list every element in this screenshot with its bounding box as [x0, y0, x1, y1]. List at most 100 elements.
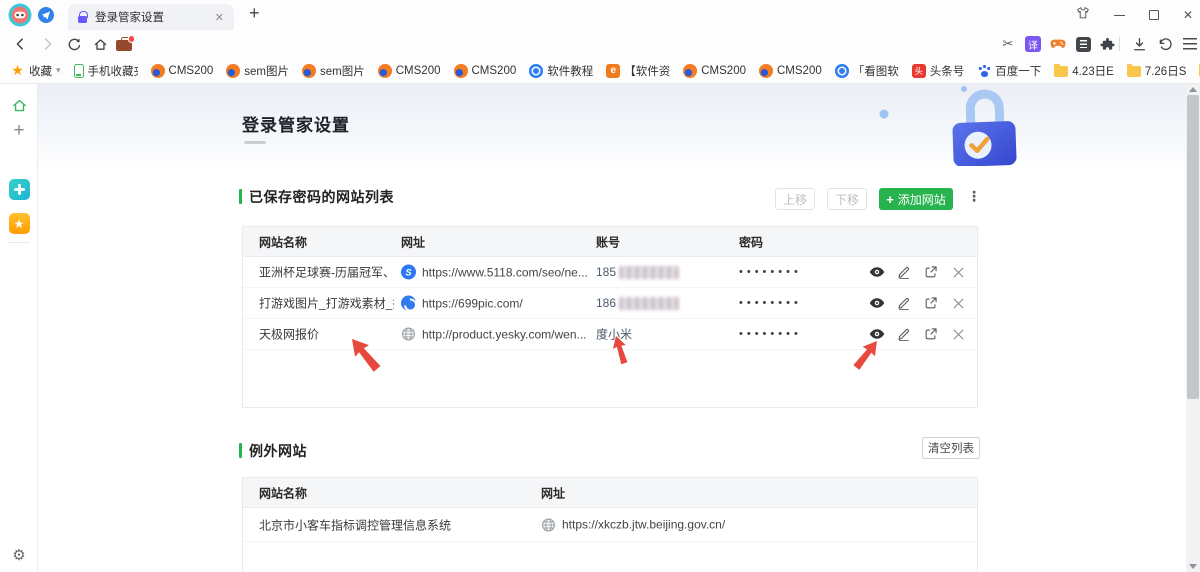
saved-table-header: 网站名称 网址 账号 密码	[243, 227, 977, 257]
edit-icon[interactable]	[896, 295, 912, 311]
site-url: http://product.yesky.com/wen...	[422, 327, 587, 341]
clock-icon	[834, 63, 849, 78]
maximize-button[interactable]	[1147, 9, 1161, 21]
delete-icon[interactable]	[950, 326, 966, 342]
exceptions-table-body: 北京市小客车指标调控管理信息系统 https://xkczb.jtw.beiji…	[243, 508, 977, 542]
edit-icon[interactable]	[896, 264, 912, 280]
sidebar-add-icon[interactable]: +	[0, 120, 38, 142]
scroll-up-arrow[interactable]	[1189, 87, 1197, 92]
restore-history-icon[interactable]	[1157, 36, 1173, 52]
site-favicon: S	[401, 264, 416, 280]
open-site-icon[interactable]	[923, 295, 939, 311]
site-favicon	[401, 295, 416, 311]
bookmark-item[interactable]: 软件教程	[529, 63, 593, 79]
site-url: https://www.5118.com/seo/ne...	[422, 265, 588, 279]
open-site-icon[interactable]	[923, 264, 939, 280]
saved-section-title: 已保存密码的网站列表	[249, 189, 394, 205]
bookmark-item[interactable]: 4.23日E	[1054, 63, 1114, 79]
site-url-cell: http://product.yesky.com/wen...	[401, 327, 587, 342]
extensions-puzzle-icon[interactable]	[1099, 36, 1115, 52]
move-up-button[interactable]: 上移	[775, 188, 815, 210]
site-name: 天极网报价	[259, 327, 320, 342]
bookmarks-bar: ★ 收藏 ▾ 手机收藏夹 CMS200 sem图片 sem图片 CMS200 C…	[0, 58, 1200, 84]
clock-icon	[529, 63, 544, 78]
show-password-icon[interactable]	[869, 326, 885, 342]
browser-toolbar: … ✂ 译	[0, 30, 1200, 85]
downloads-icon[interactable]	[1131, 36, 1147, 52]
browser-logo-icon[interactable]	[8, 3, 32, 27]
row-actions	[869, 264, 966, 280]
new-tab-button[interactable]: +	[249, 3, 260, 24]
fox-icon	[302, 63, 317, 78]
show-password-icon[interactable]	[869, 295, 885, 311]
exceptions-table: 网站名称 网址 北京市小客车指标调控管理信息系统 https://xkczb.jt…	[242, 477, 978, 572]
theme-skin-icon[interactable]	[1076, 6, 1090, 19]
screenshot-scissors-icon[interactable]: ✂	[1000, 36, 1016, 52]
translate-icon[interactable]: 译	[1025, 36, 1041, 52]
delete-icon[interactable]	[950, 295, 966, 311]
menu-icon[interactable]	[1182, 36, 1198, 52]
lock-icon	[78, 11, 88, 23]
back-button[interactable]	[12, 36, 28, 52]
exceptions-section-title: 例外网站	[249, 443, 307, 459]
bookmark-item[interactable]: e 【软件资	[606, 63, 670, 79]
padlock-illustration	[879, 86, 1017, 166]
bookmark-item[interactable]: 头 头条号	[911, 63, 964, 79]
bookmark-item[interactable]: sem图片	[302, 63, 365, 79]
scroll-down-arrow[interactable]	[1189, 564, 1197, 569]
bookmark-item[interactable]: ★ 收藏 ▾	[10, 62, 60, 79]
bookmark-item[interactable]: sem图片	[226, 63, 289, 79]
password-dots: ••••••••	[739, 297, 802, 309]
page-sidebar: + ★ ⚙	[0, 84, 38, 572]
move-down-button[interactable]: 下移	[827, 188, 867, 210]
bookmark-item[interactable]: CMS200	[377, 63, 441, 78]
reader-mode-icon[interactable]	[1075, 36, 1091, 52]
bookmark-item[interactable]: CMS200	[759, 63, 822, 78]
sidebar-app-teal-icon[interactable]	[0, 179, 38, 200]
account-text: 186	[596, 296, 617, 310]
bookmark-item[interactable]: CMS200	[150, 63, 213, 78]
games-icon[interactable]	[1050, 36, 1066, 52]
title-underline	[244, 141, 266, 144]
bookmark-item[interactable]: 7.26日S	[1126, 63, 1186, 79]
site-name: 打游戏图片_打游戏素材_打...	[259, 296, 394, 311]
sidebar-home-icon[interactable]	[0, 97, 38, 114]
page-content: 登录管家设置 已保存密码的网站列表 上移 下移 + 添加网站 ⋮ 网站名称 网址 账号…	[38, 84, 1200, 572]
star-icon: ★	[11, 62, 24, 78]
messenger-icon[interactable]	[38, 7, 54, 23]
add-site-button[interactable]: + 添加网站	[879, 188, 953, 210]
edit-icon[interactable]	[896, 326, 912, 342]
bookmark-item[interactable]: 手机收藏夹	[73, 63, 138, 79]
bookmark-item[interactable]: CMS200	[683, 63, 746, 78]
scrollbar-thumb[interactable]	[1187, 95, 1199, 399]
sidebar-favorites-star-icon[interactable]: ★	[0, 213, 38, 234]
page-scrollbar[interactable]	[1186, 84, 1200, 572]
phone-icon	[73, 63, 84, 78]
section-accent-bar	[239, 443, 242, 458]
sidebar-settings-gear-icon[interactable]: ⚙	[0, 546, 38, 564]
eorange-icon: e	[606, 63, 621, 78]
password-dots: ••••••••	[739, 328, 802, 340]
section-menu-kebab-icon[interactable]: ⋮	[967, 189, 981, 203]
show-password-icon[interactable]	[869, 264, 885, 280]
bookmark-label: 软件教程	[547, 65, 594, 78]
bookmark-label: sem图片	[244, 65, 290, 78]
tab-close-icon[interactable]: ✕	[213, 9, 226, 26]
bookmark-label: 手机收藏夹	[87, 65, 138, 78]
account-text: 度小米	[596, 327, 633, 342]
forward-button[interactable]	[40, 36, 56, 52]
home-button[interactable]	[92, 36, 108, 52]
window-close-button[interactable]: ✕	[1181, 8, 1195, 22]
open-site-icon[interactable]	[923, 326, 939, 342]
clear-list-button[interactable]: 清空列表	[922, 437, 980, 459]
minimize-button[interactable]	[1112, 9, 1126, 21]
browser-titlebar: 登录管家设置 ✕ + ✕	[0, 0, 1200, 30]
bookmark-item[interactable]: CMS200	[453, 63, 516, 78]
reload-button[interactable]	[66, 36, 82, 52]
site-url-cell: https://xkczb.jtw.beijing.gov.cn/	[541, 517, 725, 532]
browser-tab[interactable]: 登录管家设置 ✕	[68, 4, 234, 30]
delete-icon[interactable]	[950, 264, 966, 280]
workspace-briefcase-icon[interactable]	[116, 35, 135, 52]
bookmark-item[interactable]: 百度一下	[977, 63, 1041, 79]
bookmark-item[interactable]: 「看图软	[834, 63, 899, 79]
